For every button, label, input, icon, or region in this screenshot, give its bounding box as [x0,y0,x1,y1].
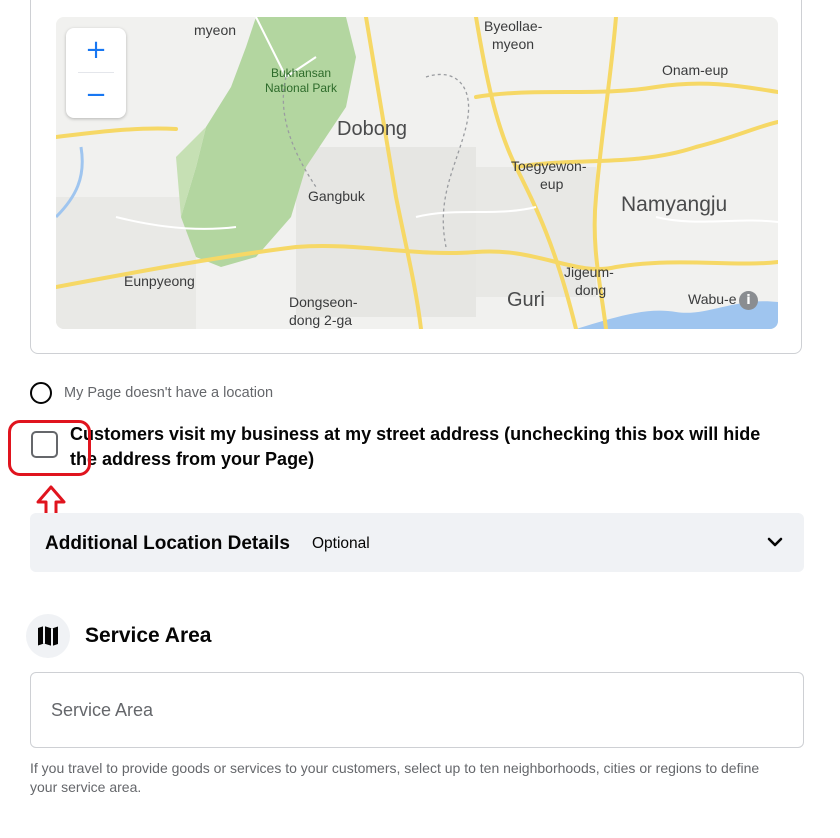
map-label-dobong: Dobong [337,118,407,140]
map-zoom-controls: + − [66,28,126,118]
service-area-title: Service Area [85,624,212,647]
no-location-label: My Page doesn't have a location [64,385,274,401]
map-label-jigeum: Jigeum- [564,264,614,280]
map-label-eunpyeong: Eunpyeong [124,273,195,289]
additional-details-title: Additional Location Details [45,533,290,554]
street-address-checkbox[interactable] [31,431,58,458]
map-label-bukhansan-2: National Park [265,81,338,95]
map-label-myeon: myeon [194,22,236,38]
map-label-wabu: Wabu-e [688,291,737,307]
map-label-dongseon: Dongseon- [289,294,358,310]
chevron-down-icon[interactable] [766,533,784,551]
map-label-byeollae-2: myeon [492,36,534,52]
no-location-radio[interactable] [30,382,52,404]
map-label-onam: Onam-eup [662,62,728,78]
map-label-namyangju: Namyangju [621,193,727,216]
map-label-guri: Guri [507,289,545,311]
location-map[interactable]: myeon Byeollae- myeon Onam-eup Bukhansan… [56,17,778,329]
no-location-option[interactable]: My Page doesn't have a location [30,380,273,406]
map-label-toegyewon: Toegyewon- [511,158,587,174]
zoom-in-button[interactable]: + [66,28,126,72]
zoom-out-button[interactable]: − [66,73,126,117]
map-label-byeollae: Byeollae- [484,18,543,34]
additional-location-details-accordion[interactable]: Additional Location Details Optional [30,513,804,572]
additional-details-optional: Optional [312,535,370,552]
map-label-gangbuk: Gangbuk [308,188,366,204]
street-address-label: Customers visit my business at my street… [70,424,761,469]
service-area-help-text: If you travel to provide goods or servic… [30,760,760,795]
map-icon-wrap [26,614,70,658]
map-canvas[interactable]: myeon Byeollae- myeon Onam-eup Bukhansan… [56,17,778,329]
map-label-bukhansan: Bukhansan [271,66,331,80]
map-icon [38,626,58,646]
service-area-input[interactable] [30,672,804,748]
map-label-toegyewon-2: eup [540,176,564,192]
map-info-icon[interactable]: i [739,291,758,310]
map-label-dongseon-2: dong 2-ga [289,312,352,328]
map-label-jigeum-2: dong [575,282,606,298]
